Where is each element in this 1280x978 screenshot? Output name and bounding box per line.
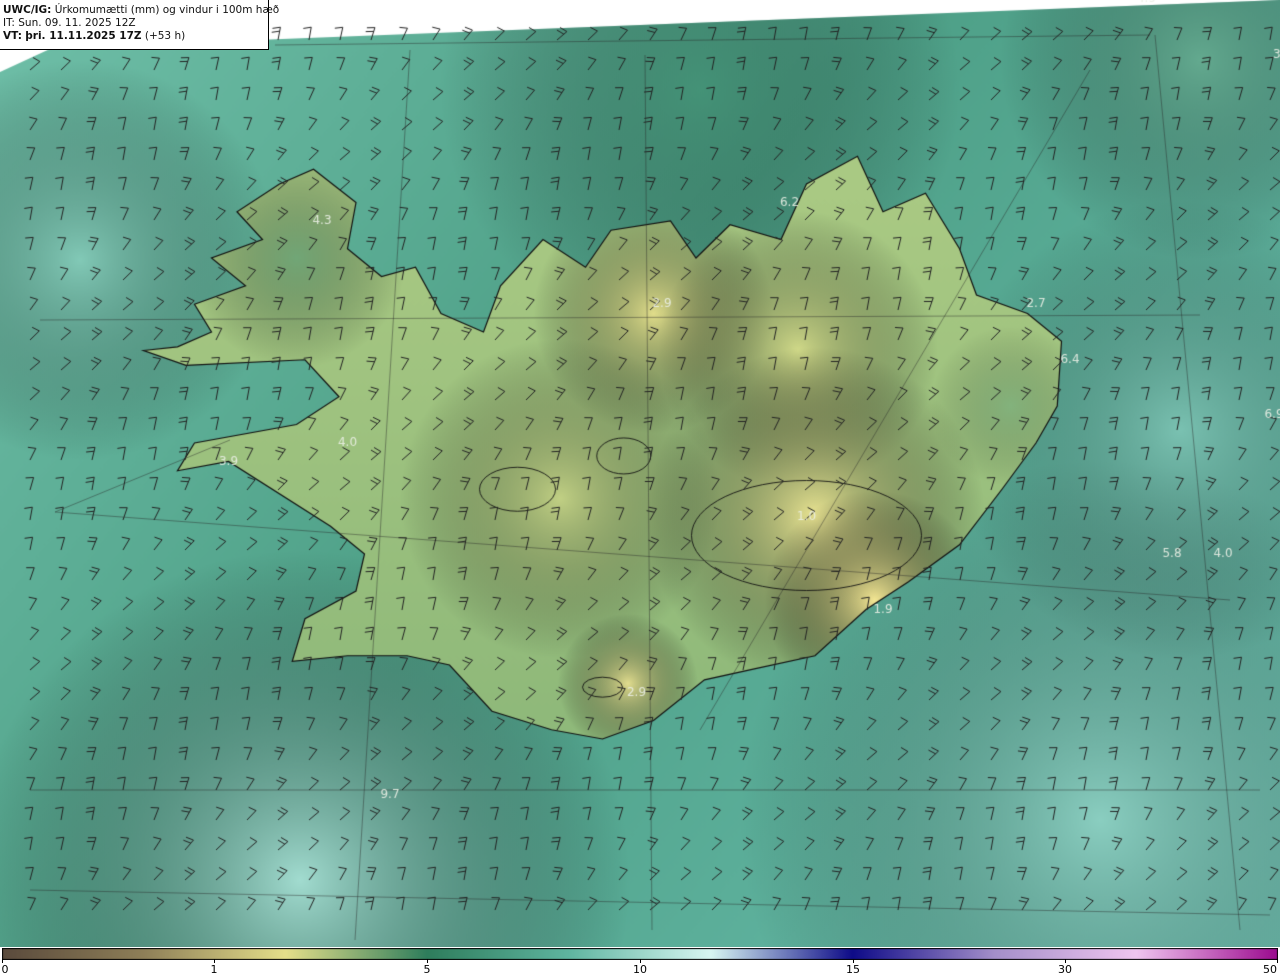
map-title: Úrkomumætti (mm) og vindur i 100m hæð — [54, 4, 280, 16]
colorbar-tick-label: 10 — [633, 963, 647, 976]
model-label: UWC/IG: — [3, 4, 52, 16]
map-info-box: UWC/IG: Úrkomumætti (mm) og vindur i 100… — [0, 0, 279, 50]
colorbar-tick-label: 50 — [1263, 963, 1277, 976]
colorbar-tick-label: 15 — [846, 963, 860, 976]
colorbar-tick-label: 5 — [423, 963, 431, 976]
valid-time-value: þri. 11.11.2025 17Z — [25, 30, 142, 42]
lead-time: (+53 h) — [144, 30, 186, 42]
issue-time-row: IT: Sun. 09. 11. 2025 12Z — [3, 17, 268, 30]
precipitation-wind-map — [0, 0, 1280, 947]
valid-time-label: VT: — [3, 30, 22, 42]
tick-mark — [1277, 959, 1278, 963]
colorbar-tick-label: 1 — [210, 963, 218, 976]
colorbar-tick-label: 0 — [1, 963, 9, 976]
colorbar-tick-label: 30 — [1058, 963, 1072, 976]
issue-time-label: IT: — [3, 17, 15, 29]
precipitation-colorbar: 0 1 5 10 15 30 50 — [0, 947, 1280, 978]
title-row: UWC/IG: Úrkomumætti (mm) og vindur i 100… — [3, 4, 279, 17]
issue-time-value: Sun. 09. 11. 2025 12Z — [18, 17, 136, 29]
valid-time-row: VT: þri. 11.11.2025 17Z (+53 h) — [3, 30, 268, 43]
